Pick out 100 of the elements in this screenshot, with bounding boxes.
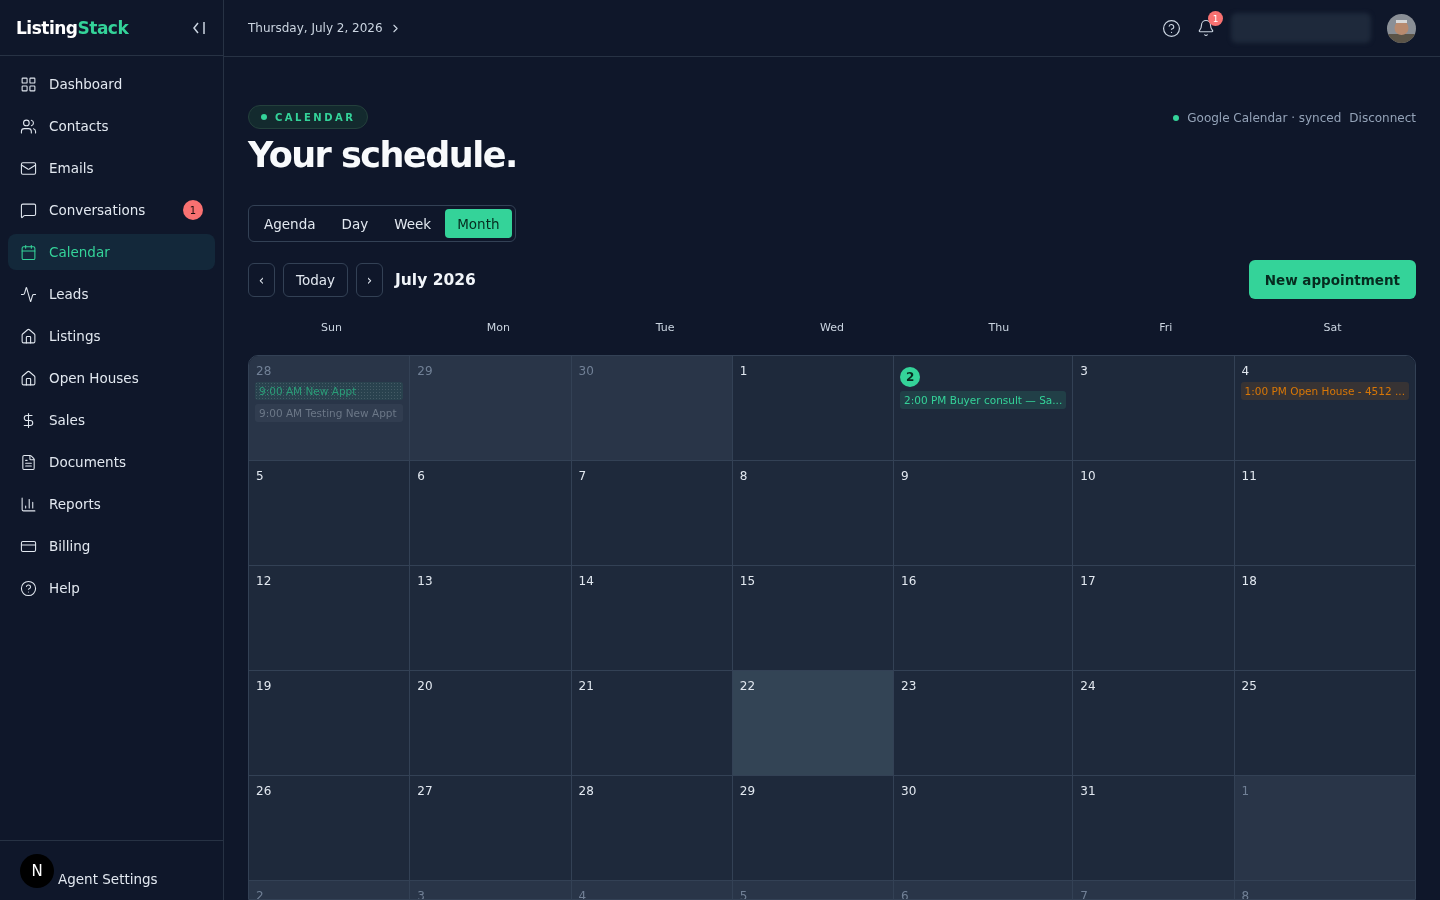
house-icon: [20, 369, 37, 387]
status-dot: [1173, 115, 1180, 121]
day-number: 16: [900, 574, 917, 588]
day-cell[interactable]: 24: [1073, 671, 1235, 776]
day-number: 10: [1079, 469, 1096, 483]
day-number: 31: [1079, 784, 1096, 798]
day-number: 11: [1240, 469, 1257, 483]
day-number: 22: [738, 679, 756, 693]
day-number: 29: [738, 784, 756, 798]
sidebar-item[interactable]: Billing: [8, 528, 215, 564]
previous-button[interactable]: ‹: [248, 262, 275, 297]
day-number: 1: [738, 364, 748, 378]
weekday-label: Sat: [1322, 320, 1343, 336]
page-title: Your schedule.: [248, 135, 517, 175]
day-cell[interactable]: 13: [410, 566, 572, 671]
sync-status: Google Calendar · synced: [1187, 111, 1342, 125]
day-cell[interactable]: 22: [732, 671, 895, 776]
day-cell[interactable]: 23: [894, 671, 1074, 776]
day-number: 15: [738, 574, 756, 588]
calendar-event[interactable]: 1:00 PM Open House - 4512 ...: [1240, 382, 1409, 400]
home-icon: [20, 327, 37, 345]
day-cell[interactable]: 5: [249, 461, 411, 566]
day-cell[interactable]: 17: [1073, 566, 1235, 671]
day-cell[interactable]: 19: [249, 671, 411, 776]
day-cell[interactable]: 25: [1234, 671, 1415, 776]
disconnect-link[interactable]: Disconnect: [1349, 111, 1416, 125]
chat-bubble-icon: [20, 201, 37, 219]
day-number: 28: [577, 784, 594, 798]
day-number: 20: [416, 679, 433, 693]
today-button[interactable]: Today: [283, 262, 349, 297]
today-marker: 2: [900, 367, 921, 387]
day-cell[interactable]: 29: [732, 776, 895, 881]
day-cell[interactable]: 9: [894, 461, 1074, 566]
day-cell[interactable]: 7: [571, 461, 733, 566]
day-number: 9: [900, 469, 909, 483]
weekday-label: Thu: [987, 320, 1011, 336]
day-cell[interactable]: 26: [249, 776, 411, 881]
sidebar-item[interactable]: Reports: [8, 486, 215, 522]
sidebar-item[interactable]: Conversations 1: [8, 192, 215, 228]
day-number: 23: [900, 679, 917, 693]
weekday-label: Fri: [1158, 320, 1174, 336]
month-title: July 2026: [395, 270, 476, 289]
sidebar-item[interactable]: Sales: [8, 402, 215, 438]
day-number: 3: [1079, 364, 1088, 378]
avatar: N: [20, 853, 54, 888]
notification-badge: 1: [1208, 11, 1223, 26]
sidebar-item[interactable]: Leads: [8, 276, 215, 312]
day-cell[interactable]: 12: [249, 566, 411, 671]
day-cell[interactable]: 11: [1234, 461, 1415, 566]
day-cell[interactable]: 16: [894, 566, 1074, 671]
day-cell[interactable]: 30: [894, 776, 1074, 881]
sidebar-item[interactable]: Documents: [8, 444, 215, 480]
calendar-event[interactable]: 2:00 PM Buyer consult — Sa...: [900, 391, 1067, 409]
help-icon[interactable]: [1162, 18, 1181, 38]
day-cell[interactable]: 27: [410, 776, 572, 881]
mail-icon: [20, 159, 37, 177]
day-number: 27: [416, 784, 433, 798]
pulse-icon: [20, 285, 37, 303]
day-cell[interactable]: 8: [732, 461, 895, 566]
sidebar-item[interactable]: Listings: [8, 318, 215, 354]
view-tab[interactable]: Agenda: [252, 209, 328, 238]
count-badge: 1: [183, 200, 203, 220]
users-icon: [20, 117, 37, 135]
sidebar-item[interactable]: Dashboard: [8, 66, 215, 102]
day-number: 17: [1079, 574, 1096, 588]
weekday-label: Sun: [319, 320, 343, 336]
day-cell[interactable]: 4 1:00 PM Open House - 4512 ...: [1234, 356, 1415, 461]
new-appointment-button[interactable]: New appointment: [1248, 260, 1416, 299]
day-cell[interactable]: 20: [410, 671, 572, 776]
section-tag: CALENDAR: [248, 105, 369, 129]
day-cell[interactable]: 2 2:00 PM Buyer consult — Sa...: [894, 356, 1074, 461]
next-button[interactable]: ›: [356, 262, 384, 297]
day-cell[interactable]: 1: [732, 356, 895, 461]
day-cell[interactable]: 14: [571, 566, 733, 671]
view-tab[interactable]: Month: [445, 209, 512, 238]
collapse-sidebar-icon[interactable]: [191, 19, 207, 36]
day-cell[interactable]: 18: [1234, 566, 1415, 671]
sidebar-item[interactable]: Calendar: [8, 234, 215, 270]
sidebar-item[interactable]: Contacts: [8, 108, 215, 144]
sidebar-item[interactable]: Open Houses: [8, 360, 215, 396]
date-link[interactable]: Thursday, July 2, 2026: [248, 21, 402, 35]
view-tab[interactable]: Day: [329, 209, 381, 238]
day-cell[interactable]: 10: [1073, 461, 1235, 566]
day-cell[interactable]: 28: [571, 776, 733, 881]
weekday-label: Tue: [654, 320, 676, 336]
day-cell[interactable]: 31: [1073, 776, 1235, 881]
sidebar-item[interactable]: Emails: [8, 150, 215, 186]
day-cell[interactable]: 6: [410, 461, 572, 566]
agent-settings-link[interactable]: Agent Settings: [58, 870, 158, 887]
day-number: 7: [577, 469, 587, 483]
weekday-label: Mon: [485, 320, 511, 336]
day-cell[interactable]: 15: [732, 566, 895, 671]
day-number: 6: [416, 469, 425, 483]
day-cell[interactable]: 3: [1073, 356, 1235, 461]
view-tab[interactable]: Week: [382, 209, 444, 238]
day-number: 8: [738, 469, 748, 483]
help-icon: [20, 579, 37, 597]
sidebar-item[interactable]: Help: [8, 570, 215, 606]
day-cell[interactable]: 21: [571, 671, 733, 776]
notification-bell-icon[interactable]: [1197, 19, 1215, 37]
